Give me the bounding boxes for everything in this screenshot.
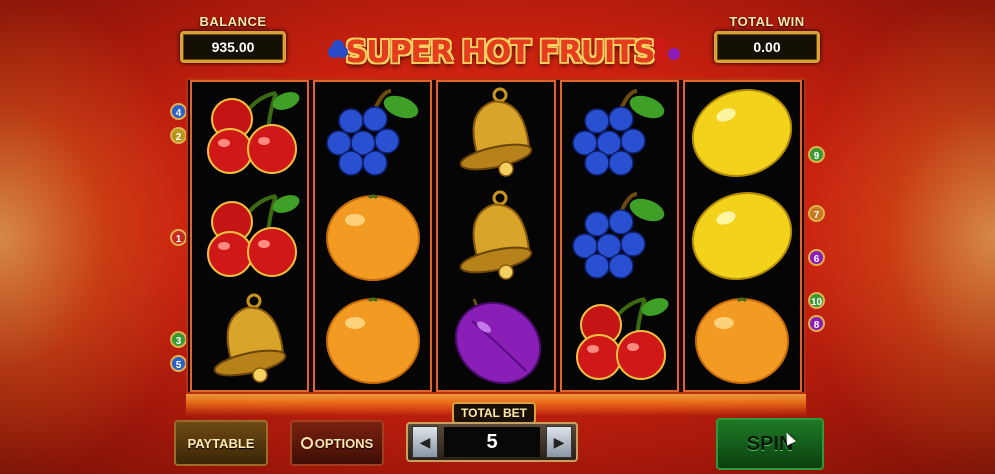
orange-symbol-icon	[687, 289, 797, 389]
payline-marker-right[interactable]: 6	[808, 249, 825, 266]
orange-symbol-icon	[318, 289, 428, 389]
cherry-symbol-icon	[564, 289, 674, 389]
left-flame-decoration	[0, 0, 190, 474]
bet-increase-button[interactable]: ▶	[546, 426, 572, 458]
total-win-meter: TOTAL WIN 0.00	[714, 14, 820, 63]
total-win-label: TOTAL WIN	[729, 14, 805, 29]
paytable-button[interactable]: PAYTABLE	[174, 420, 268, 466]
payline-marker-right[interactable]: 8	[808, 315, 825, 332]
lemon-symbol-icon	[687, 83, 797, 183]
reel	[313, 80, 433, 392]
chevron-left-icon: ◀	[419, 433, 431, 450]
grapes-symbol-icon	[564, 186, 674, 286]
payline-marker-right[interactable]: 10	[808, 292, 825, 309]
options-button[interactable]: OPTIONS	[290, 420, 384, 466]
reel	[682, 80, 803, 392]
paytable-label: PAYTABLE	[187, 435, 255, 451]
logo-text: SUPER HOT FRUITS	[345, 34, 656, 70]
logo-grapes-icon	[328, 46, 340, 58]
payline-marker-left[interactable]: 2	[170, 127, 187, 144]
lemon-symbol-icon	[687, 186, 797, 286]
balance-label: BALANCE	[199, 14, 267, 29]
total-win-value: 0.00	[714, 31, 820, 63]
cherry-symbol-icon	[195, 83, 305, 183]
reel-grid	[186, 78, 806, 394]
bell-symbol-icon	[441, 83, 551, 183]
payline-marker-right[interactable]: 7	[808, 205, 825, 222]
cherry-symbol-icon	[195, 186, 305, 286]
grapes-symbol-icon	[564, 83, 674, 183]
payline-marker-left[interactable]: 3	[170, 331, 187, 348]
payline-marker-right[interactable]: 9	[808, 146, 825, 163]
balance-meter: BALANCE 935.00	[180, 14, 286, 63]
reel	[436, 80, 556, 392]
logo-cherry-icon	[654, 38, 666, 50]
bell-symbol-icon	[195, 289, 305, 389]
total-bet-label: TOTAL BET	[452, 402, 536, 424]
logo-plum-icon	[668, 48, 680, 60]
bell-symbol-icon	[441, 186, 551, 286]
orange-symbol-icon	[318, 186, 428, 286]
plum-symbol-icon	[441, 289, 551, 389]
bet-decrease-button[interactable]: ◀	[412, 426, 438, 458]
chevron-right-icon: ▶	[553, 433, 565, 450]
payline-marker-left[interactable]: 5	[170, 355, 187, 372]
gear-icon	[300, 437, 313, 449]
payline-marker-left[interactable]: 4	[170, 103, 187, 120]
balance-value: 935.00	[180, 31, 286, 63]
game-logo: SUPER HOT FRUITS	[328, 30, 680, 74]
grapes-symbol-icon	[318, 83, 428, 183]
options-label: OPTIONS	[314, 435, 374, 451]
payline-marker-left[interactable]: 1	[170, 229, 187, 246]
reel	[559, 80, 679, 392]
total-bet-value: 5	[444, 427, 540, 457]
right-flame-decoration	[805, 0, 995, 474]
total-bet-panel: ◀ 5 ▶	[406, 422, 578, 462]
spin-button[interactable]: SPIN	[716, 418, 824, 470]
reel	[190, 80, 310, 392]
